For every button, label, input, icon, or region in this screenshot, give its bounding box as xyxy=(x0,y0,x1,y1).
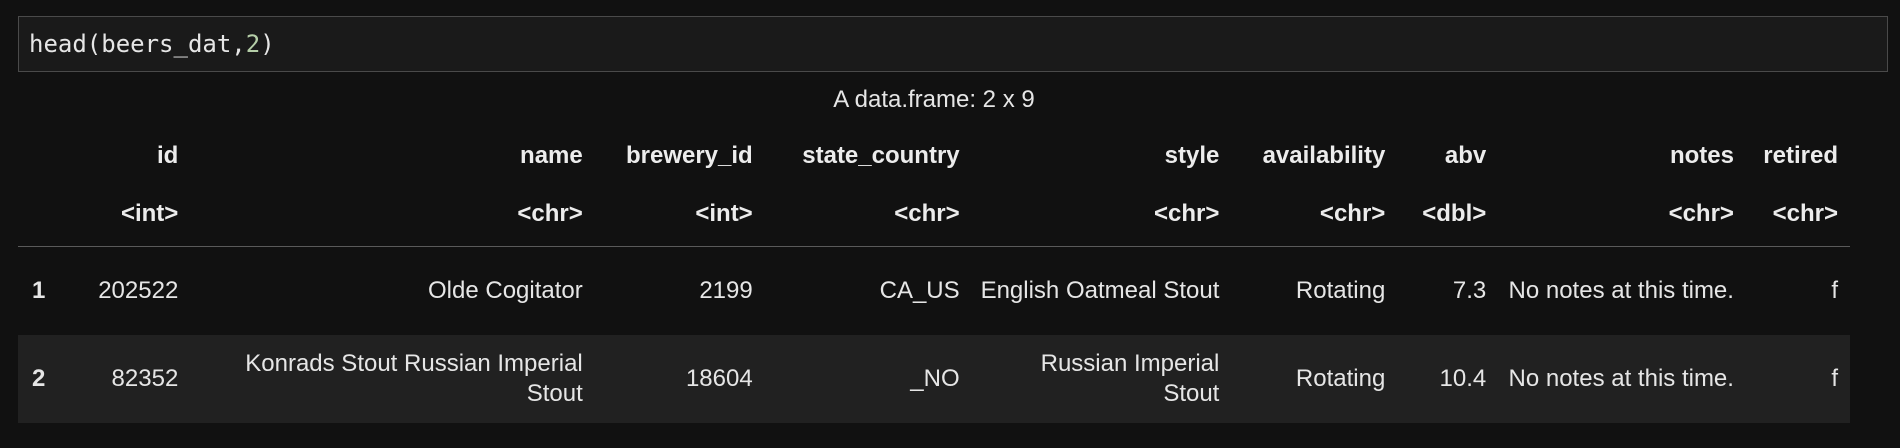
column-type: <chr> xyxy=(1231,188,1398,247)
table-cell: f xyxy=(1745,246,1850,335)
table-cell: 10.4 xyxy=(1397,335,1499,423)
table-cell: Russian Imperial Stout xyxy=(971,335,1232,423)
table-cell: Konrads Stout Russian Imperial Stout xyxy=(190,335,595,423)
index-type-header xyxy=(18,188,58,247)
table-cell: _NO xyxy=(764,335,972,423)
column-type: <chr> xyxy=(764,188,972,247)
table-cell: 82352 xyxy=(57,335,191,423)
column-type: <dbl> xyxy=(1397,188,1499,247)
column-type: <int> xyxy=(594,188,765,247)
code-text-prefix: head(beers_dat, xyxy=(29,30,246,58)
column-header: notes xyxy=(1669,142,1734,169)
table-cell: Rotating xyxy=(1231,335,1398,423)
table-cell: No notes at this time. xyxy=(1498,246,1746,335)
column-header: state_country xyxy=(802,142,960,169)
data-frame-table: id name brewery_id state_country style a… xyxy=(18,124,1850,423)
table-cell: 18604 xyxy=(594,335,765,423)
table-cell: f xyxy=(1745,335,1850,423)
code-text-number: 2 xyxy=(245,30,261,58)
column-header: abv xyxy=(1444,142,1487,169)
table-cell: 7.3 xyxy=(1397,246,1499,335)
code-text-suffix: ) xyxy=(260,30,275,58)
row-index: 2 xyxy=(18,335,58,423)
table-row: 2 82352 Konrads Stout Russian Imperial S… xyxy=(18,335,1850,423)
table-cell: CA_US xyxy=(764,246,972,335)
column-type: <chr> xyxy=(1745,188,1850,247)
table-row: 1 202522 Olde Cogitator 2199 CA_US Engli… xyxy=(18,246,1850,335)
column-type: <int> xyxy=(57,188,191,247)
column-header: retired xyxy=(1763,142,1838,169)
table-cell: Rotating xyxy=(1231,246,1398,335)
column-type-row: <int> <chr> <int> <chr> <chr> <chr> <dbl… xyxy=(18,188,1850,247)
table-cell: 2199 xyxy=(594,246,765,335)
table-caption: A data.frame: 2 x 9 xyxy=(833,86,1035,113)
table-cell: 202522 xyxy=(57,246,191,335)
column-type: <chr> xyxy=(1498,188,1746,247)
column-header: availability xyxy=(1262,142,1386,169)
code-input-cell[interactable]: head(beers_dat, 2) xyxy=(18,16,1888,72)
table-cell: English Oatmeal Stout xyxy=(971,246,1232,335)
column-type: <chr> xyxy=(971,188,1232,247)
column-header-row: id name brewery_id state_country style a… xyxy=(18,124,1850,188)
column-type: <chr> xyxy=(190,188,595,247)
row-index: 1 xyxy=(18,246,58,335)
column-header: brewery_id xyxy=(625,142,753,169)
column-header: name xyxy=(520,142,583,169)
index-header xyxy=(18,124,57,188)
table-cell: No notes at this time. xyxy=(1498,335,1746,423)
table-cell: Olde Cogitator xyxy=(190,246,595,335)
column-header: style xyxy=(1164,142,1220,169)
column-header: id xyxy=(156,142,179,169)
